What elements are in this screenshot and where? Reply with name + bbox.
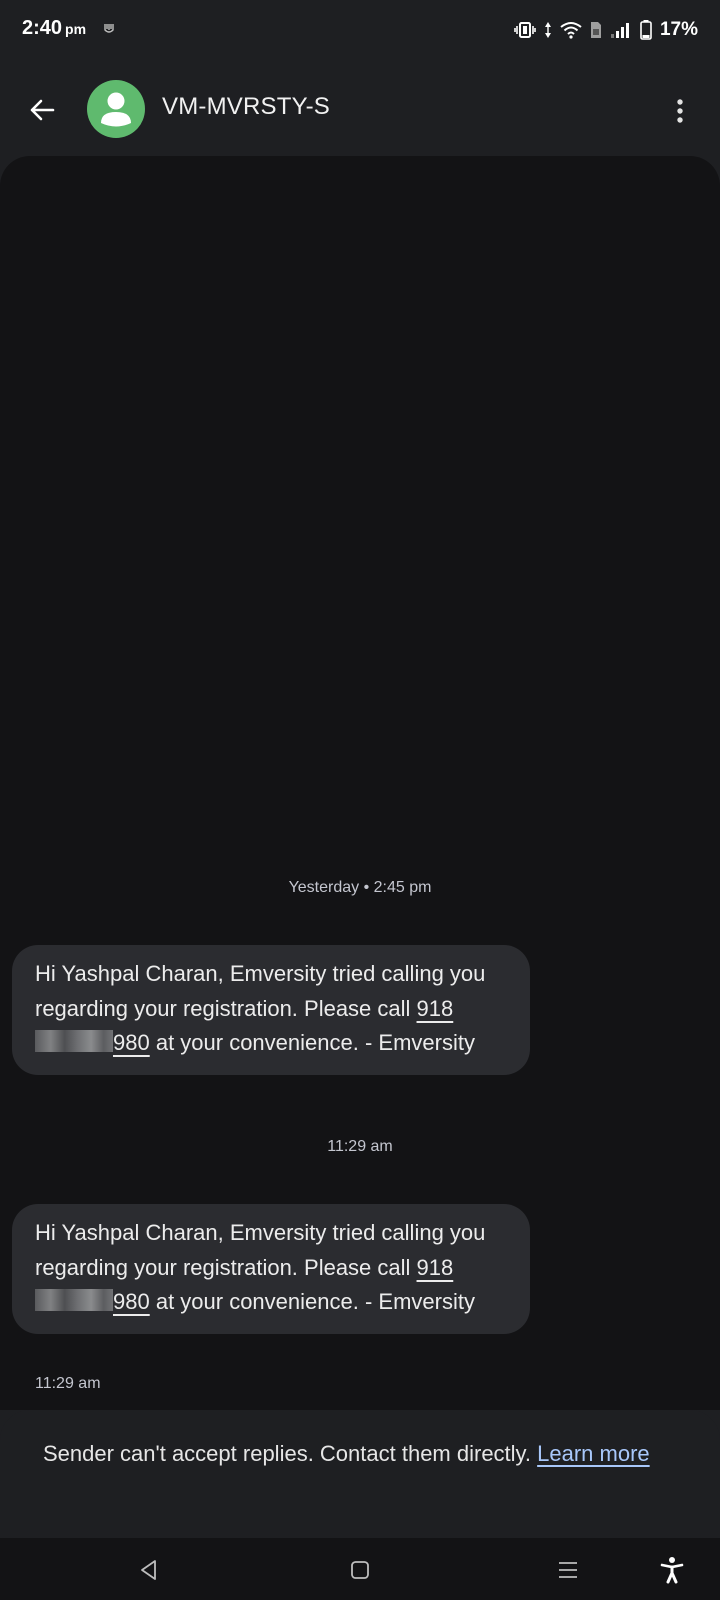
more-vert-icon xyxy=(677,99,683,123)
status-icons: 17% xyxy=(514,18,698,42)
message-bubble[interactable]: Hi Yashpal Charan, Emversity tried calli… xyxy=(12,1204,530,1334)
phone-prefix: 918 xyxy=(416,995,454,1021)
learn-more-link[interactable]: Learn more xyxy=(537,1441,650,1466)
person-icon xyxy=(101,92,131,127)
back-nav-button[interactable] xyxy=(134,1555,164,1585)
navigation-bar xyxy=(0,1538,720,1600)
sim-icon xyxy=(590,21,602,39)
home-nav-button[interactable] xyxy=(345,1555,375,1585)
status-bar: 2:40 pm 17% xyxy=(0,0,720,60)
vibrate-icon xyxy=(514,21,536,39)
message-text: at your convenience. - Emversity xyxy=(149,1289,475,1314)
more-options-button[interactable] xyxy=(670,93,690,129)
avatar[interactable] xyxy=(87,80,145,138)
battery-icon xyxy=(640,20,652,40)
conversation-area[interactable]: Yesterday • 2:45 pm Hi Yashpal Charan, E… xyxy=(0,156,720,1410)
contact-name[interactable]: VM-MVRSTY-S xyxy=(162,93,330,121)
timestamp-header: Yesterday • 2:45 pm xyxy=(288,879,432,896)
message-bubble[interactable]: Hi Yashpal Charan, Emversity tried calli… xyxy=(12,945,530,1075)
accessibility-button[interactable] xyxy=(657,1555,687,1585)
battery-percentage: 17% xyxy=(659,19,698,40)
timestamp-header: 11:29 am xyxy=(327,1138,393,1155)
status-time-value: 2:40 xyxy=(22,17,63,39)
redacted-block xyxy=(35,1030,113,1052)
back-button[interactable] xyxy=(22,90,62,130)
phone-prefix: 918 xyxy=(416,1254,454,1280)
status-time: 2:40 pm xyxy=(22,17,86,40)
reply-disabled-notice: Sender can't accept replies. Contact the… xyxy=(0,1410,720,1538)
message-text: at your convenience. - Emversity xyxy=(149,1030,475,1055)
accessibility-icon xyxy=(660,1557,684,1584)
phone-suffix: 980 xyxy=(113,1289,150,1314)
home-nav-icon xyxy=(351,1561,369,1579)
back-nav-icon xyxy=(141,1560,156,1580)
status-time-ampm: pm xyxy=(65,21,87,37)
recents-nav-icon xyxy=(559,1562,577,1578)
app-bar: VM-MVRSTY-S xyxy=(0,60,720,156)
redacted-block xyxy=(35,1289,113,1311)
wifi-icon xyxy=(560,21,582,39)
arrow-back-icon xyxy=(30,99,55,121)
recents-nav-button[interactable] xyxy=(553,1555,583,1585)
phone-suffix: 980 xyxy=(113,1030,150,1055)
data-arrows-icon xyxy=(544,21,552,39)
notice-text: Sender can't accept replies. Contact the… xyxy=(43,1441,538,1466)
notification-icon xyxy=(104,22,114,34)
message-sent-time: 11:29 am xyxy=(35,1375,101,1392)
signal-icon xyxy=(610,21,632,39)
